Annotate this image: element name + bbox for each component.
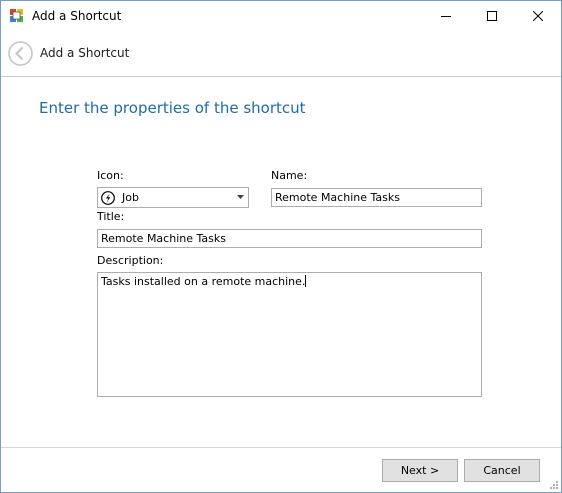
description-text: Tasks installed on a remote machine.	[101, 275, 306, 288]
title-label: Title:	[97, 210, 125, 223]
navigation-header: Add a Shortcut	[1, 32, 561, 77]
description-label: Description:	[97, 254, 164, 267]
minimize-button[interactable]	[423, 1, 469, 32]
description-field[interactable]: Tasks installed on a remote machine.	[97, 272, 482, 397]
maximize-icon	[487, 11, 497, 21]
name-field[interactable]	[271, 188, 482, 207]
job-icon	[101, 191, 115, 205]
nav-title: Add a Shortcut	[40, 46, 130, 60]
text-caret	[305, 275, 307, 287]
resize-grip-icon[interactable]	[549, 480, 559, 490]
app-icon	[10, 9, 23, 22]
icon-label: Icon:	[97, 169, 124, 182]
window-title: Add a Shortcut	[32, 9, 122, 23]
close-button[interactable]	[515, 1, 561, 32]
cancel-button[interactable]: Cancel	[464, 459, 540, 482]
icon-dropdown-value: Job	[122, 191, 139, 204]
footer-divider	[1, 447, 561, 448]
chevron-down-icon	[237, 195, 244, 199]
title-bar[interactable]: Add a Shortcut	[1, 1, 561, 32]
title-field[interactable]	[97, 229, 482, 248]
name-label: Name:	[271, 169, 308, 182]
maximize-button[interactable]	[469, 1, 515, 32]
add-shortcut-window: Add a Shortcut Add a Shortcut Enter the …	[0, 0, 562, 493]
minimize-icon	[441, 16, 451, 17]
icon-dropdown[interactable]: Job	[97, 187, 249, 208]
next-button[interactable]: Next >	[382, 459, 458, 482]
close-icon	[533, 11, 543, 21]
back-arrow-icon[interactable]	[8, 41, 33, 66]
page-heading: Enter the properties of the shortcut	[39, 99, 306, 117]
